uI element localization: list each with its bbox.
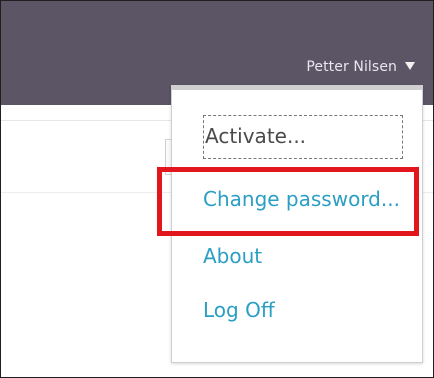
user-name: Petter Nilsen bbox=[306, 59, 397, 75]
dropdown-top-border bbox=[172, 86, 422, 90]
menu-item-log-off[interactable]: Log Off bbox=[203, 298, 275, 322]
menu-item-about[interactable]: About bbox=[203, 244, 262, 268]
triangle-down-icon bbox=[405, 62, 415, 70]
highlight-annotation-box bbox=[157, 167, 419, 236]
menu-item-activate[interactable]: Activate... bbox=[203, 115, 403, 159]
user-menu-trigger[interactable]: Petter Nilsen bbox=[306, 56, 415, 78]
app-window: Petter Nilsen Activate... Change passwor… bbox=[0, 0, 434, 378]
